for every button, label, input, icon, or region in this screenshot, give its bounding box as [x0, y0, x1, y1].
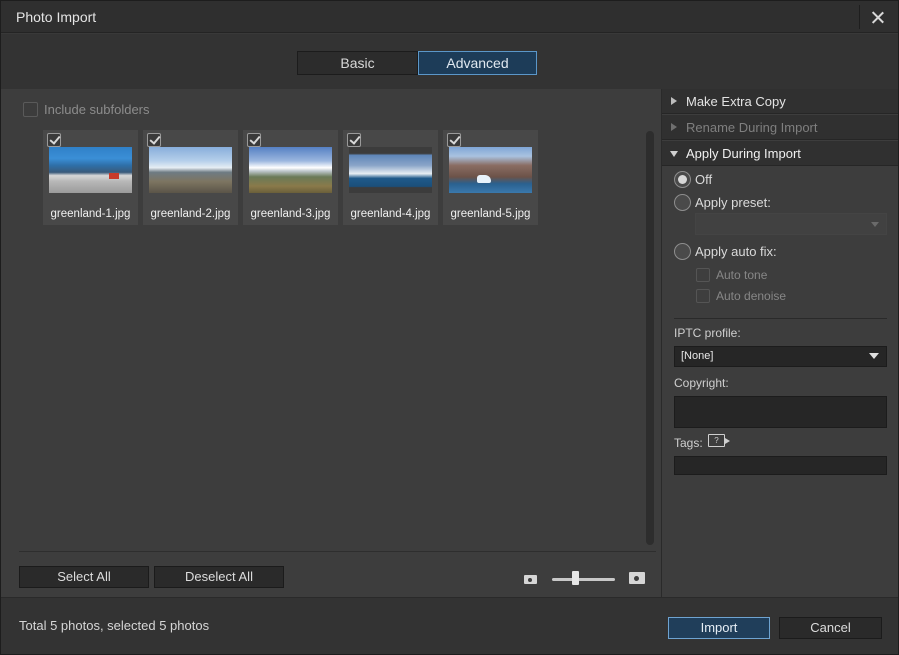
photo-checkbox[interactable]	[47, 133, 61, 147]
option-off[interactable]: Off	[674, 170, 712, 188]
include-subfolders-checkbox[interactable]	[23, 101, 38, 117]
large-thumbnail-icon[interactable]	[629, 572, 645, 584]
slider-handle[interactable]	[572, 571, 579, 585]
photo-preview	[249, 147, 332, 193]
photo-thumbnail[interactable]: greenland-1.jpg	[43, 130, 138, 225]
apply-auto-fix-label: Apply auto fix:	[695, 243, 777, 259]
section-apply-during-import[interactable]: Apply During Import	[662, 141, 898, 166]
section-make-extra-copy[interactable]: Make Extra Copy	[662, 89, 898, 114]
select-all-button[interactable]: Select All	[19, 566, 149, 588]
apply-auto-fix-radio[interactable]	[674, 242, 691, 260]
tags-label: Tags:	[674, 436, 703, 450]
close-icon[interactable]	[863, 4, 893, 30]
photo-preview	[449, 147, 532, 193]
section-label: Rename During Import	[686, 120, 818, 135]
mode-tabs: Basic Advanced	[1, 34, 898, 89]
section-rename-during-import[interactable]: Rename During Import	[662, 115, 898, 140]
photo-checkbox[interactable]	[347, 133, 361, 147]
photo-browser: Include subfolders greenland-1.jpg green…	[1, 89, 661, 597]
auto-tone-label: Auto tone	[716, 268, 768, 282]
photo-filename: greenland-2.jpg	[150, 208, 231, 220]
auto-denoise-checkbox[interactable]	[696, 289, 710, 303]
divider	[674, 318, 887, 319]
chevron-right-icon	[671, 123, 677, 131]
photo-thumbnail[interactable]: greenland-2.jpg	[143, 130, 238, 225]
divider	[19, 551, 656, 552]
copyright-input[interactable]	[674, 396, 887, 428]
thumbnail-grid: greenland-1.jpg greenland-2.jpg greenlan…	[43, 130, 543, 225]
photo-checkbox[interactable]	[147, 133, 161, 147]
tags-help-icon[interactable]: ?	[708, 434, 730, 447]
copyright-label: Copyright:	[674, 376, 729, 390]
preset-dropdown[interactable]	[695, 213, 887, 235]
small-thumbnail-icon[interactable]	[524, 575, 537, 584]
title-bar: Photo Import	[1, 1, 898, 33]
auto-denoise-label: Auto denoise	[716, 289, 787, 303]
iptc-profile-dropdown[interactable]: [None]	[674, 346, 887, 367]
photo-preview	[349, 147, 432, 193]
thumbnail-scrollbar[interactable]	[646, 131, 654, 545]
thumbnail-size-slider[interactable]	[552, 578, 615, 581]
photo-checkbox[interactable]	[247, 133, 261, 147]
photo-thumbnail[interactable]: greenland-3.jpg	[243, 130, 338, 225]
section-label: Make Extra Copy	[686, 94, 786, 109]
import-options-panel: Make Extra Copy Rename During Import App…	[661, 89, 898, 597]
title-separator	[859, 5, 860, 29]
option-apply-auto-fix[interactable]: Apply auto fix:	[674, 242, 777, 260]
section-label: Apply During Import	[686, 146, 801, 161]
chevron-right-icon	[671, 97, 677, 105]
off-radio[interactable]	[674, 170, 691, 188]
selection-status: Total 5 photos, selected 5 photos	[19, 618, 210, 633]
auto-tone-checkbox[interactable]	[696, 268, 710, 282]
auto-tone-option[interactable]: Auto tone	[696, 267, 767, 283]
include-subfolders-label: Include subfolders	[44, 101, 150, 117]
off-label: Off	[695, 171, 713, 187]
cancel-button[interactable]: Cancel	[779, 617, 882, 639]
tab-basic[interactable]: Basic	[297, 51, 418, 75]
tags-input[interactable]	[674, 456, 887, 475]
iptc-profile-label: IPTC profile:	[674, 326, 741, 340]
apply-preset-radio[interactable]	[674, 193, 691, 211]
tab-advanced[interactable]: Advanced	[418, 51, 537, 75]
photo-checkbox[interactable]	[447, 133, 461, 147]
window-title: Photo Import	[16, 9, 97, 25]
iptc-profile-value: [None]	[681, 350, 714, 362]
photo-thumbnail[interactable]: greenland-4.jpg	[343, 130, 438, 225]
photo-filename: greenland-4.jpg	[350, 208, 431, 220]
photo-filename: greenland-1.jpg	[50, 208, 131, 220]
deselect-all-button[interactable]: Deselect All	[154, 566, 284, 588]
photo-preview	[149, 147, 232, 193]
photo-import-dialog: Photo Import Basic Advanced Include subf…	[0, 0, 899, 655]
photo-filename: greenland-5.jpg	[450, 208, 531, 220]
option-apply-preset[interactable]: Apply preset:	[674, 193, 771, 211]
dialog-footer: Total 5 photos, selected 5 photos Import…	[1, 597, 898, 654]
chevron-down-icon	[871, 222, 879, 227]
photo-thumbnail[interactable]: greenland-5.jpg	[443, 130, 538, 225]
chevron-down-icon	[869, 353, 879, 359]
import-button[interactable]: Import	[668, 617, 770, 639]
photo-filename: greenland-3.jpg	[250, 208, 331, 220]
photo-preview	[49, 147, 132, 193]
apply-preset-label: Apply preset:	[695, 194, 771, 210]
chevron-down-icon	[670, 151, 678, 157]
auto-denoise-option[interactable]: Auto denoise	[696, 288, 786, 304]
include-subfolders-option[interactable]: Include subfolders	[23, 101, 150, 117]
